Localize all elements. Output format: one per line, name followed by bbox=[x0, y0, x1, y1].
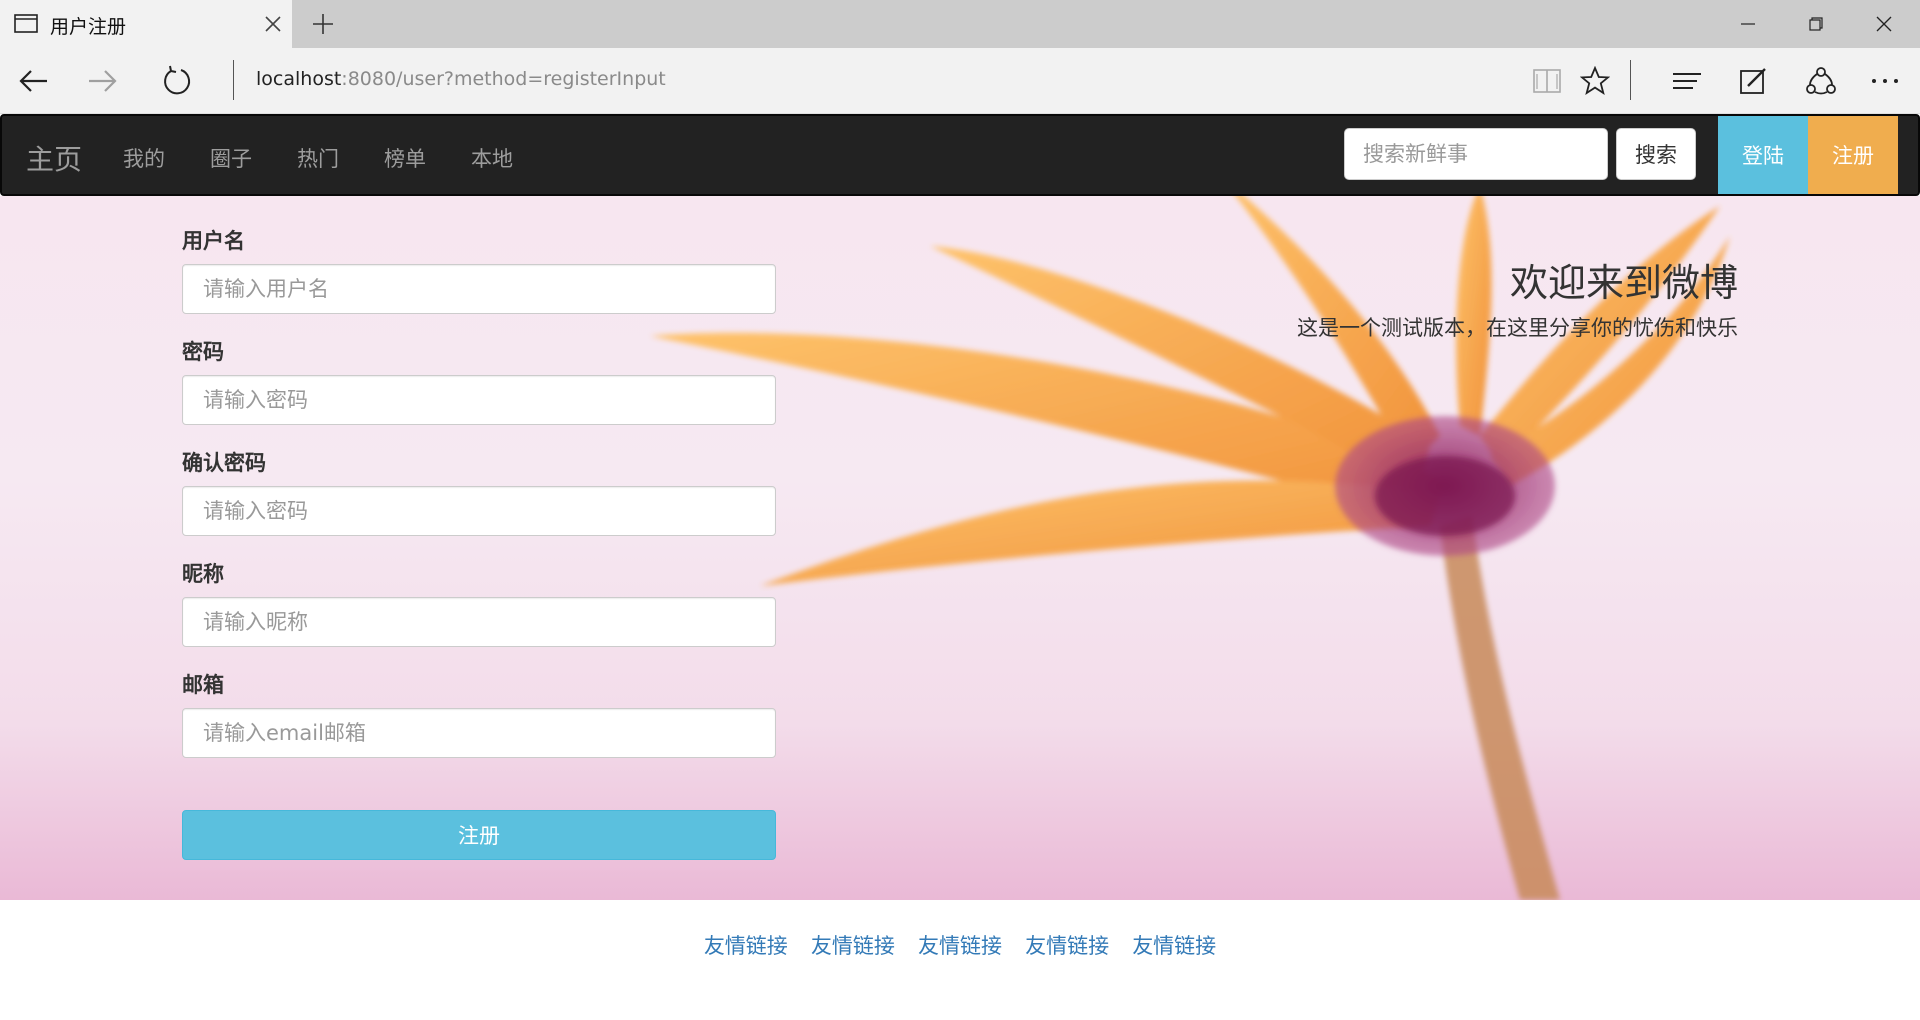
username-label: 用户名 bbox=[182, 229, 245, 253]
password-label: 密码 bbox=[182, 340, 224, 364]
nav-link-circle[interactable]: 圈子 bbox=[210, 143, 252, 173]
share-button[interactable] bbox=[1804, 64, 1838, 98]
page-icon bbox=[14, 14, 38, 33]
star-icon bbox=[1580, 66, 1610, 96]
minimize-icon bbox=[1741, 23, 1755, 25]
nav-link-mine[interactable]: 我的 bbox=[123, 143, 165, 173]
forward-button[interactable] bbox=[86, 64, 120, 98]
browser-tab[interactable]: 用户注册 bbox=[0, 0, 292, 48]
tab-title: 用户注册 bbox=[50, 16, 127, 38]
hub-button[interactable] bbox=[1670, 64, 1704, 98]
restore-icon bbox=[1809, 17, 1823, 31]
new-tab-icon[interactable] bbox=[311, 12, 335, 36]
site-navbar: 主页 我的 圈子 热门 榜单 本地 搜索 登陆 注册 bbox=[0, 114, 1920, 196]
search-input[interactable] bbox=[1344, 128, 1608, 180]
minimize-button[interactable] bbox=[1728, 10, 1768, 38]
login-button[interactable]: 登陆 bbox=[1718, 116, 1808, 194]
close-tab-icon[interactable] bbox=[262, 13, 284, 35]
nickname-label: 昵称 bbox=[182, 562, 224, 586]
url-path: :8080/user?method=registerInput bbox=[341, 68, 666, 90]
close-window-button[interactable] bbox=[1864, 10, 1904, 38]
nav-brand-home[interactable]: 主页 bbox=[26, 138, 82, 178]
address-separator bbox=[233, 60, 234, 100]
welcome-title: 欢迎来到微博 bbox=[1509, 261, 1738, 305]
friend-link[interactable]: 友情链接 bbox=[918, 930, 1002, 960]
more-icon bbox=[1872, 79, 1898, 83]
hub-icon bbox=[1673, 73, 1701, 89]
url-field[interactable]: localhost:8080/user?method=registerInput bbox=[256, 68, 666, 90]
refresh-button[interactable] bbox=[160, 64, 194, 98]
favorite-button[interactable] bbox=[1578, 64, 1612, 98]
more-button[interactable] bbox=[1868, 64, 1902, 98]
password-input[interactable] bbox=[182, 375, 776, 425]
nickname-input[interactable] bbox=[182, 597, 776, 647]
register-nav-button[interactable]: 注册 bbox=[1808, 116, 1898, 194]
browser-tab-strip: 用户注册 bbox=[0, 0, 1920, 48]
friend-link[interactable]: 友情链接 bbox=[704, 930, 788, 960]
hero-section: 用户名 密码 确认密码 昵称 邮箱 注册 欢迎来到微博 这是一个测试版本，在这里… bbox=[0, 196, 1920, 900]
share-icon bbox=[1806, 67, 1836, 95]
friend-links: 友情链接 友情链接 友情链接 友情链接 友情链接 bbox=[0, 930, 1920, 960]
arrow-left-icon bbox=[19, 70, 47, 92]
nav-link-hot[interactable]: 热门 bbox=[297, 143, 339, 173]
search-button[interactable]: 搜索 bbox=[1616, 128, 1696, 180]
friend-link[interactable]: 友情链接 bbox=[1025, 930, 1109, 960]
register-submit-button[interactable]: 注册 bbox=[182, 810, 776, 860]
web-note-icon bbox=[1740, 68, 1766, 94]
back-button[interactable] bbox=[16, 64, 50, 98]
confirm-password-label: 确认密码 bbox=[182, 451, 266, 475]
book-icon bbox=[1533, 69, 1561, 93]
nav-link-ranking[interactable]: 榜单 bbox=[384, 143, 426, 173]
email-label: 邮箱 bbox=[182, 673, 224, 697]
web-note-button[interactable] bbox=[1736, 64, 1770, 98]
restore-button[interactable] bbox=[1796, 10, 1836, 38]
url-host: localhost bbox=[256, 68, 342, 90]
friend-link[interactable]: 友情链接 bbox=[1132, 930, 1216, 960]
reading-view-button[interactable] bbox=[1530, 64, 1564, 98]
browser-address-bar: localhost:8080/user?method=registerInput bbox=[0, 48, 1920, 114]
footer: 友情链接 友情链接 友情链接 友情链接 友情链接 bbox=[0, 900, 1920, 1020]
arrow-right-icon bbox=[89, 70, 117, 92]
email-input[interactable] bbox=[182, 708, 776, 758]
friend-link[interactable]: 友情链接 bbox=[811, 930, 895, 960]
confirm-password-input[interactable] bbox=[182, 486, 776, 536]
refresh-icon bbox=[164, 65, 191, 95]
username-input[interactable] bbox=[182, 264, 776, 314]
close-icon bbox=[1876, 16, 1892, 32]
nav-link-local[interactable]: 本地 bbox=[471, 143, 513, 173]
welcome-subtitle: 这是一个测试版本，在这里分享你的忧伤和快乐 bbox=[1297, 316, 1738, 340]
toolbar-separator bbox=[1630, 60, 1631, 100]
